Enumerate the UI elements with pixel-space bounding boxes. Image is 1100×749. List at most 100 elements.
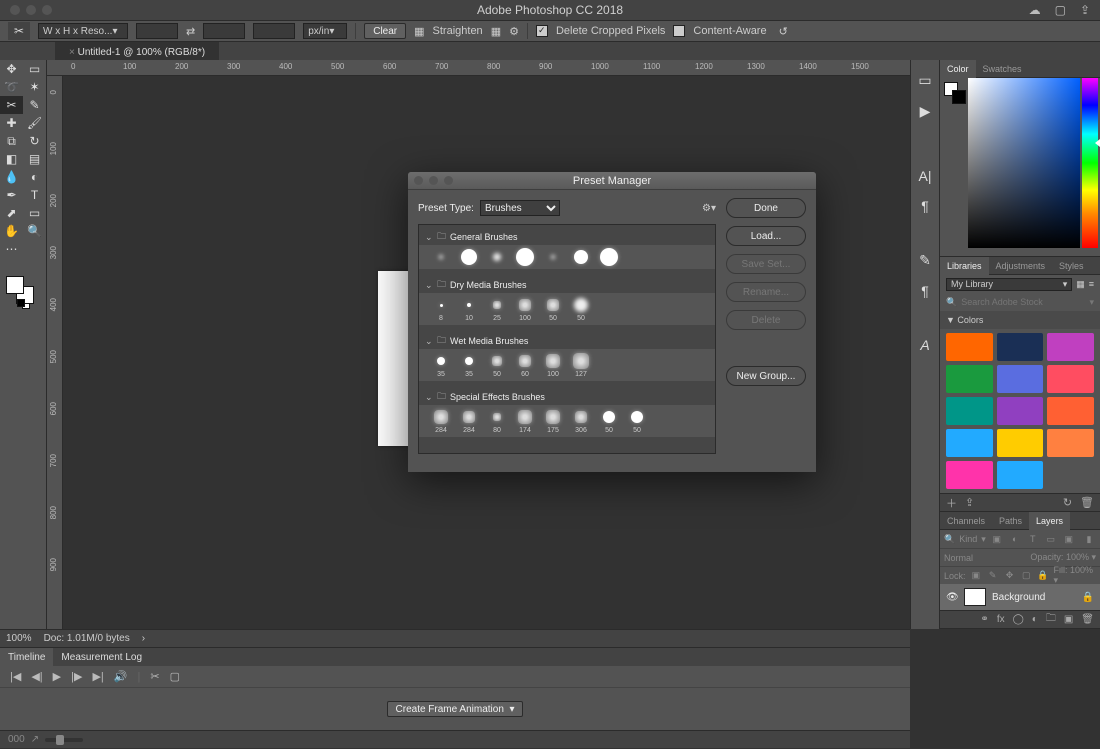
library-color-swatch[interactable] <box>997 365 1044 393</box>
grid-icon[interactable]: ▦ <box>491 25 501 38</box>
move-tool[interactable]: ✥ <box>0 60 23 78</box>
content-aware-checkbox[interactable] <box>673 25 685 37</box>
timeline-zoom-slider[interactable] <box>45 738 83 742</box>
brush-preset[interactable] <box>513 248 537 266</box>
audio-icon[interactable]: 🔊 <box>114 670 128 683</box>
shape-tool[interactable]: ▭ <box>23 204 46 222</box>
colors-group-header[interactable]: ▼ Colors <box>946 315 983 325</box>
filter-shape-icon[interactable]: ▭ <box>1044 534 1058 545</box>
eraser-tool[interactable]: ◧ <box>0 150 23 168</box>
crop-tool-icon[interactable]: ✂ <box>8 22 30 40</box>
adjustment-layer-icon[interactable]: ◐ <box>1032 614 1038 625</box>
lock-artboard-icon[interactable]: ▢ <box>1020 570 1033 581</box>
new-layer-icon[interactable]: ▣ <box>1064 614 1073 625</box>
brush-preset[interactable]: 10 <box>457 296 481 322</box>
library-color-swatch[interactable] <box>1047 365 1094 393</box>
layer-row[interactable]: 👁 Background 🔒 <box>940 584 1100 610</box>
filter-smart-icon[interactable]: ▣ <box>1062 534 1076 545</box>
brush-group-header[interactable]: ⌄🗀Wet Media Brushes <box>419 333 715 349</box>
library-color-swatch[interactable] <box>1047 429 1094 457</box>
marquee-tool[interactable]: ▭ <box>23 60 46 78</box>
last-frame-icon[interactable]: ▶| <box>92 670 103 683</box>
char-styles-icon[interactable]: ✎ <box>919 252 931 269</box>
brush-preset[interactable]: 306 <box>569 408 593 434</box>
library-color-swatch[interactable] <box>946 333 993 361</box>
library-color-swatch[interactable] <box>997 429 1044 457</box>
clear-button[interactable]: Clear <box>364 23 406 39</box>
brush-preset[interactable]: 175 <box>541 408 565 434</box>
tab-styles[interactable]: Styles <box>1052 257 1091 275</box>
library-color-swatch[interactable] <box>997 397 1044 425</box>
status-menu-icon[interactable]: › <box>142 633 145 644</box>
edit-toolbar[interactable]: ⋯ <box>0 240 23 258</box>
brush-preset[interactable]: 35 <box>457 352 481 378</box>
split-icon[interactable]: ✂ <box>150 670 159 683</box>
brush-preset[interactable]: 50 <box>485 352 509 378</box>
path-select-tool[interactable]: ⬈ <box>0 204 23 222</box>
filter-type-icon[interactable]: T <box>1026 534 1040 544</box>
brush-preset[interactable] <box>429 248 453 266</box>
brush-preset[interactable]: 50 <box>597 408 621 434</box>
brush-preset[interactable] <box>457 248 481 266</box>
tab-channels[interactable]: Channels <box>940 512 992 530</box>
brush-preset[interactable]: 8 <box>429 296 453 322</box>
hue-slider[interactable] <box>1082 78 1098 248</box>
tab-timeline[interactable]: Timeline <box>0 648 53 666</box>
pen-tool[interactable]: ✒ <box>0 186 23 204</box>
tab-layers[interactable]: Layers <box>1029 512 1070 530</box>
brush-group-header[interactable]: ⌄🗀Dry Media Brushes <box>419 277 715 293</box>
brush-preset[interactable] <box>541 248 565 266</box>
layer-mask-icon[interactable]: ◯ <box>1013 614 1024 625</box>
swap-icon[interactable]: ⇄ <box>186 25 195 38</box>
library-color-swatch[interactable] <box>1047 397 1094 425</box>
history-brush-tool[interactable]: ↻ <box>23 132 46 150</box>
brush-preset[interactable]: 35 <box>429 352 453 378</box>
donebutton[interactable]: Done <box>726 198 806 218</box>
lock-icon[interactable]: 🔒 <box>1037 570 1050 581</box>
blur-tool[interactable]: 💧 <box>0 168 23 186</box>
tab-measurement-log[interactable]: Measurement Log <box>53 648 150 666</box>
crop-width-input[interactable] <box>136 23 178 39</box>
brush-preset[interactable]: 100 <box>541 352 565 378</box>
hand-tool[interactable]: ✋ <box>0 222 23 240</box>
render-icon[interactable]: ↗ <box>31 734 39 745</box>
brush-preset[interactable]: 174 <box>513 408 537 434</box>
brush-group-header[interactable]: ⌄🗀Special Effects Brushes <box>419 389 715 405</box>
visibility-icon[interactable]: 👁 <box>946 592 958 603</box>
color-field[interactable] <box>968 78 1080 248</box>
crop-height-input[interactable] <box>203 23 245 39</box>
layer-fx-icon[interactable]: fx <box>997 614 1005 625</box>
tab-swatches[interactable]: Swatches <box>976 60 1029 78</box>
layer-thumbnail[interactable] <box>964 588 986 606</box>
library-color-swatch[interactable] <box>946 365 993 393</box>
lock-position-icon[interactable]: ✥ <box>1003 570 1016 581</box>
filter-toggle[interactable]: ▮ <box>1082 534 1096 545</box>
tab-color[interactable]: Color <box>940 60 976 78</box>
tab-adjustments[interactable]: Adjustments <box>989 257 1053 275</box>
link-layers-icon[interactable]: ⚭ <box>980 614 988 625</box>
blend-mode-dropdown[interactable]: Normal <box>944 553 973 563</box>
gear-icon[interactable]: ⚙ <box>509 25 519 38</box>
zoom-tool[interactable]: 🔍 <box>23 222 46 240</box>
brush-preset[interactable]: 100 <box>513 296 537 322</box>
overlay-icon[interactable]: ▦ <box>414 25 424 38</box>
brush-preset[interactable] <box>569 248 593 266</box>
document-tab[interactable]: Untitled-1 @ 100% (RGB/8*) <box>55 42 219 61</box>
dodge-tool[interactable]: ◐ <box>23 168 46 186</box>
crop-unit-dropdown[interactable]: px/in ▾ <box>303 23 347 39</box>
glyphs-icon[interactable]: A <box>920 337 929 353</box>
brush-preset[interactable]: 50 <box>625 408 649 434</box>
new-group-button[interactable]: New Group... <box>726 366 806 386</box>
library-color-swatch[interactable] <box>997 333 1044 361</box>
filter-pixel-icon[interactable]: ▣ <box>990 534 1004 545</box>
transition-icon[interactable]: ▢ <box>170 670 180 683</box>
brush-preset[interactable]: 50 <box>569 296 593 322</box>
preset-list[interactable]: ⌄🗀General Brushes⌄🗀Dry Media Brushes8102… <box>418 224 716 454</box>
first-frame-icon[interactable]: |◀ <box>10 670 21 683</box>
brush-preset[interactable]: 127 <box>569 352 593 378</box>
new-group-icon[interactable]: 🗀 <box>1046 611 1056 628</box>
zoom-level[interactable]: 100% <box>6 633 32 644</box>
search-stock-input[interactable] <box>961 295 1085 309</box>
library-color-swatch[interactable] <box>946 397 993 425</box>
clone-tool[interactable]: ⧉ <box>0 132 23 150</box>
